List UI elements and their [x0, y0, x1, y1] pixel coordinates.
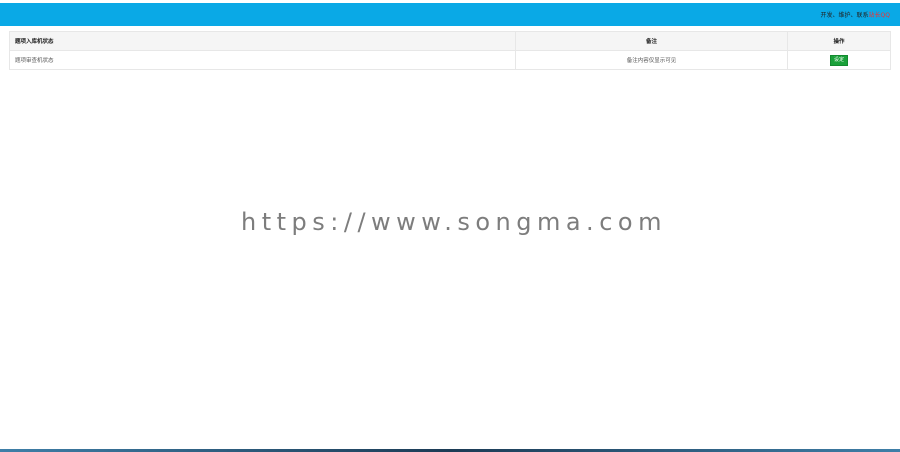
- table-row: 题项审查机状态 备注内容仅显示可见 设定: [9, 50, 891, 70]
- status-table: 题项入库机状态 备注 操作 题项审查机状态 备注内容仅显示可见 设定: [9, 31, 891, 70]
- top-bar: 开发、维护、联系站长QQ: [0, 3, 900, 26]
- top-bar-text: 开发、维护、联系: [820, 12, 869, 19]
- row-note-cell: 备注内容仅显示可见: [515, 50, 788, 70]
- qq-link[interactable]: 站长QQ: [869, 12, 890, 19]
- row-action-cell: 设定: [787, 50, 891, 70]
- top-bar-info: 开发、维护、联系站长QQ: [821, 10, 890, 19]
- column-header-note: 备注: [515, 31, 788, 51]
- watermark-text: https://www.songma.com: [241, 208, 667, 236]
- row-status-cell: 题项审查机状态: [9, 50, 516, 70]
- column-header-status: 题项入库机状态: [9, 31, 516, 51]
- set-button[interactable]: 设定: [829, 54, 848, 66]
- table-header-row: 题项入库机状态 备注 操作: [9, 31, 891, 51]
- column-header-action: 操作: [787, 31, 891, 51]
